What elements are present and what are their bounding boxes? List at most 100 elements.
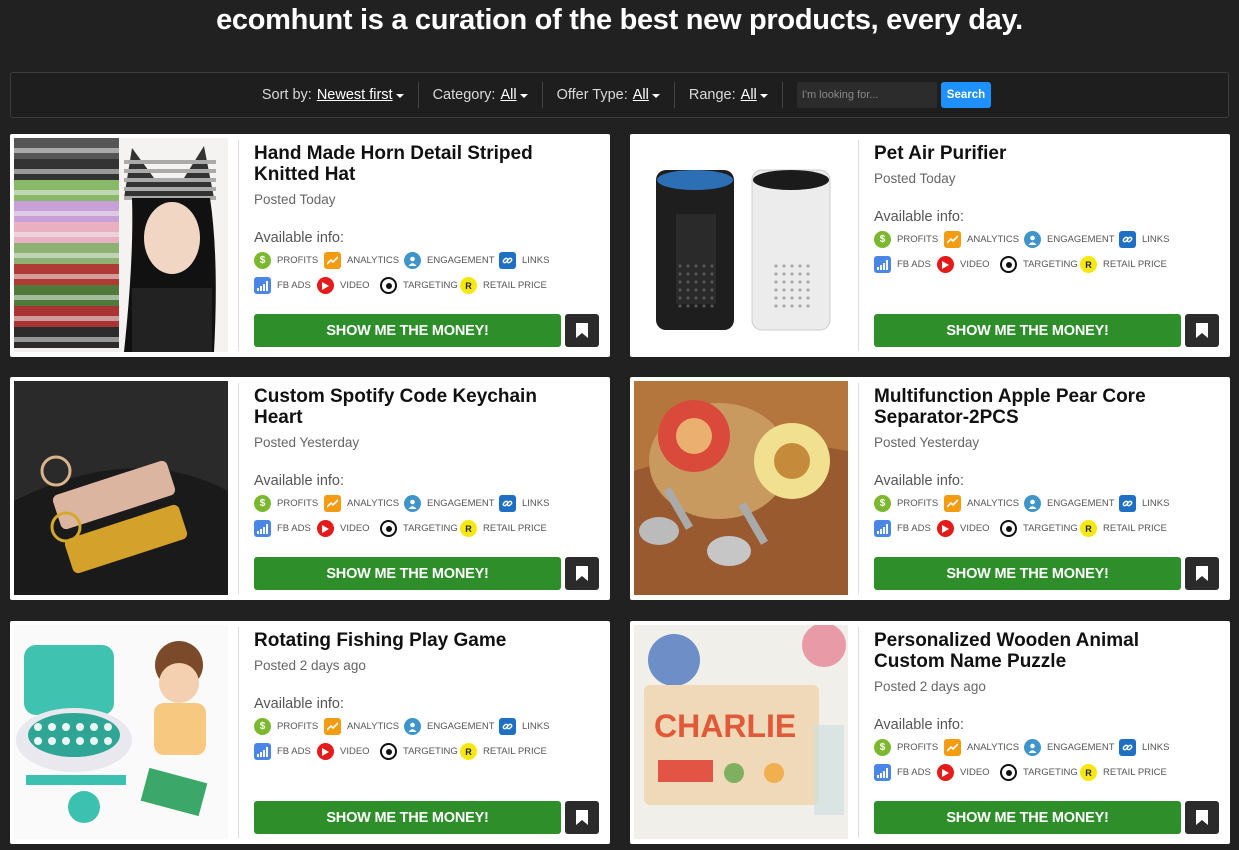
show-me-the-money-button[interactable]: SHOW ME THE MONEY! [874,557,1181,590]
show-me-the-money-button[interactable]: SHOW ME THE MONEY! [254,557,561,590]
bookmark-button[interactable] [565,801,599,834]
link-icon [499,495,516,512]
fb-ads-badge: FB ADS [254,520,317,537]
targeting-badge: TARGETING [1000,256,1080,273]
link-icon [499,252,516,269]
bookmark-icon [1196,323,1208,338]
bookmark-button[interactable] [565,557,599,590]
retail-price-badge: R RETAIL PRICE [1080,520,1170,537]
user-icon [404,718,421,735]
fb-ads-badge: FB ADS [254,277,317,294]
signal-bars-icon [254,520,271,537]
bookmark-button[interactable] [1185,557,1219,590]
retail-r-icon: R [1080,520,1097,537]
sort-label: Sort by: [261,87,312,103]
product-image-fishing-toy[interactable] [14,625,228,839]
user-icon [1024,739,1041,756]
targeting-badge: TARGETING [380,520,460,537]
filter-bar: Sort by: Newest first Category: All Offe… [10,72,1229,118]
engagement-badge: ENGAGEMENT [1024,495,1119,512]
chart-icon [324,718,341,735]
category-value[interactable]: All [500,87,516,103]
search-input[interactable] [796,82,937,108]
available-info-label: Available info: [254,473,345,489]
product-title[interactable]: Rotating Fishing Play Game [254,630,574,652]
product-title[interactable]: Pet Air Purifier [874,143,1194,165]
range-label: Range: [688,87,736,103]
sort-value[interactable]: Newest first [317,87,393,103]
dollar-icon: $ [254,495,271,512]
video-badge: VIDEO [317,520,380,537]
video-badge: VIDEO [937,256,1000,273]
category-label: Category: [432,87,496,103]
targeting-badge: TARGETING [1000,520,1080,537]
show-me-the-money-button[interactable]: SHOW ME THE MONEY! [874,314,1181,347]
product-title[interactable]: Multifunction Apple Pear Core Separator-… [874,386,1194,428]
range-value[interactable]: All [741,87,757,103]
filter-divider [781,82,783,108]
posted-date: Posted Yesterday [254,435,360,450]
target-icon [380,743,397,760]
bookmark-button[interactable] [1185,314,1219,347]
link-icon [1119,739,1136,756]
engagement-badge: ENGAGEMENT [404,718,499,735]
play-icon [937,764,954,781]
profits-badge: $ PROFITS [254,252,324,269]
links-badge: LINKS [1119,231,1179,248]
card-divider [238,627,239,838]
bookmark-button[interactable] [565,314,599,347]
analytics-badge: ANALYTICS [324,495,404,512]
offer-type-label: Offer Type: [556,87,628,103]
product-title[interactable]: Hand Made Horn Detail Striped Knitted Ha… [254,143,574,185]
page-headline: ecomhunt is a curation of the best new p… [216,4,1023,36]
targeting-badge: TARGETING [380,743,460,760]
posted-date: Posted Today [874,171,956,186]
offer-type-filter[interactable]: Offer Type: All [543,87,674,103]
profits-badge: $ PROFITS [874,739,944,756]
offer-type-value[interactable]: All [633,87,649,103]
fb-ads-badge: FB ADS [874,256,937,273]
range-filter[interactable]: Range: All [675,87,782,103]
product-image-apple-corer[interactable] [634,381,848,595]
show-me-the-money-button[interactable]: SHOW ME THE MONEY! [874,801,1181,834]
retail-price-badge: R RETAIL PRICE [1080,764,1170,781]
retail-price-badge: R RETAIL PRICE [460,743,550,760]
chevron-down-icon [759,94,768,98]
chart-icon [324,252,341,269]
profits-badge: $ PROFITS [254,718,324,735]
link-icon [1119,231,1136,248]
profits-badge: $ PROFITS [254,495,324,512]
user-icon [1024,231,1041,248]
sort-filter[interactable]: Sort by: Newest first [248,87,418,103]
search-button[interactable]: Search [940,82,992,108]
product-image-air-purifier[interactable] [634,138,848,352]
card-divider [238,140,239,351]
targeting-badge: TARGETING [1000,764,1080,781]
chart-icon [944,231,961,248]
profits-badge: $ PROFITS [874,231,944,248]
show-me-the-money-button[interactable]: SHOW ME THE MONEY! [254,314,561,347]
product-image-knitted-cat-ear-hat[interactable] [14,138,228,352]
product-image-name-puzzle[interactable]: CHARLIE [634,625,848,839]
available-info-label: Available info: [254,230,345,246]
bookmark-icon [576,323,588,338]
available-info-label: Available info: [254,696,345,712]
posted-date: Posted Yesterday [874,435,980,450]
analytics-badge: ANALYTICS [324,252,404,269]
bookmark-button[interactable] [1185,801,1219,834]
product-card: Custom Spotify Code Keychain Heart Poste… [10,377,610,600]
product-title[interactable]: Custom Spotify Code Keychain Heart [254,386,574,428]
chevron-down-icon [651,94,660,98]
links-badge: LINKS [1119,495,1179,512]
retail-r-icon: R [460,743,477,760]
signal-bars-icon [874,764,891,781]
available-info-badges: $ PROFITS ANALYTICS ENGAGEMENT LINKS FB A… [874,491,1204,541]
product-title[interactable]: Personalized Wooden Animal Custom Name P… [874,630,1194,672]
bookmark-icon [576,810,588,825]
product-image-keychain[interactable] [14,381,228,595]
targeting-badge: TARGETING [380,277,460,294]
category-filter[interactable]: Category: All [419,87,542,103]
links-badge: LINKS [1119,739,1179,756]
show-me-the-money-button[interactable]: SHOW ME THE MONEY! [254,801,561,834]
fb-ads-badge: FB ADS [874,520,937,537]
